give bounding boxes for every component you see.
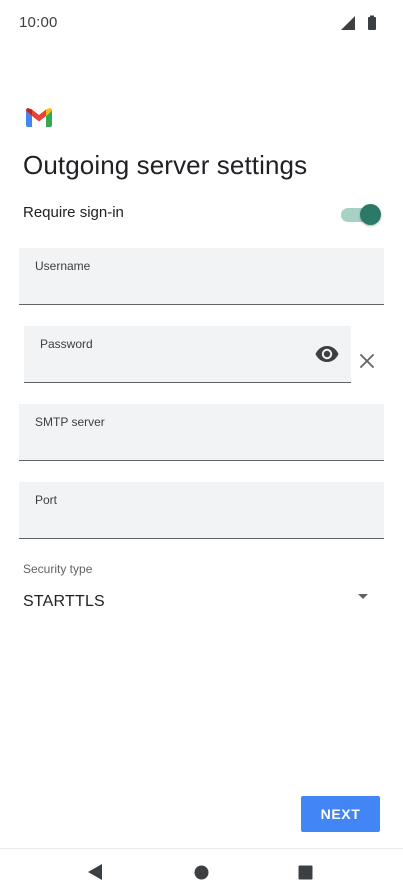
status-icons bbox=[341, 15, 376, 30]
require-signin-label: Require sign-in bbox=[23, 204, 124, 221]
dropdown-arrow-icon bbox=[358, 594, 368, 599]
password-field[interactable]: Password bbox=[24, 326, 351, 383]
username-input[interactable] bbox=[35, 281, 340, 298]
clear-password-close-icon[interactable] bbox=[358, 352, 376, 370]
require-signin-toggle[interactable] bbox=[341, 202, 381, 225]
signal-icon bbox=[341, 16, 355, 30]
status-time: 10:00 bbox=[19, 14, 58, 31]
security-type-label: Security type bbox=[23, 562, 93, 576]
smtp-server-label: SMTP server bbox=[35, 415, 105, 429]
smtp-server-field[interactable]: SMTP server bbox=[19, 404, 384, 461]
gmail-logo bbox=[26, 108, 52, 127]
toggle-thumb bbox=[360, 204, 381, 225]
back-icon[interactable] bbox=[87, 863, 103, 881]
username-label: Username bbox=[35, 259, 91, 273]
port-label: Port bbox=[35, 493, 58, 507]
security-type-select[interactable]: STARTTLS bbox=[23, 590, 381, 616]
port-input[interactable] bbox=[35, 515, 340, 532]
port-field[interactable]: Port bbox=[19, 482, 384, 539]
visibility-eye-icon[interactable] bbox=[315, 345, 339, 363]
security-type-value: STARTTLS bbox=[23, 593, 105, 610]
password-input[interactable] bbox=[40, 359, 307, 376]
navigation-bar bbox=[0, 848, 403, 896]
battery-icon bbox=[368, 17, 376, 30]
username-field[interactable]: Username bbox=[19, 248, 384, 305]
smtp-server-input[interactable] bbox=[35, 437, 340, 454]
status-bar: 10:00 bbox=[0, 0, 403, 48]
require-signin-row: Require sign-in bbox=[23, 196, 381, 230]
page-title: Outgoing server settings bbox=[23, 150, 308, 180]
recents-icon[interactable] bbox=[298, 865, 313, 880]
password-label: Password bbox=[40, 337, 93, 351]
next-button[interactable]: NEXT bbox=[301, 796, 380, 832]
home-icon[interactable] bbox=[194, 865, 209, 880]
